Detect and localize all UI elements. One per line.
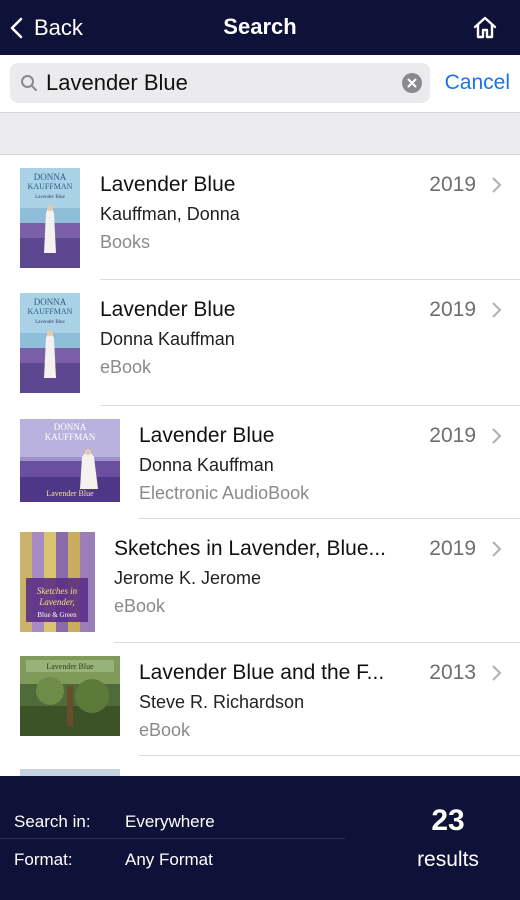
result-year: 2019 [429,173,476,196]
result-title: Sketches in Lavender, Blue... [114,537,387,560]
section-spacer [0,112,520,155]
format-label: Format: [14,850,73,869]
chevron-right-icon [492,428,502,444]
result-title: Lavender Blue [100,298,236,321]
svg-text:Lavender,: Lavender, [38,597,74,607]
nav-bar: Back Search [0,0,520,55]
result-author: Steve R. Richardson [139,692,305,712]
search-filter-panel: Search in: Everywhere Format: Any Format… [0,776,520,900]
search-in-label: Search in: [14,812,91,831]
svg-text:DONNA: DONNA [54,422,87,432]
svg-text:Blue & Green: Blue & Green [37,611,77,619]
search-field[interactable] [10,63,430,103]
svg-text:KAUFFMAN: KAUFFMAN [28,307,73,316]
svg-text:DONNA: DONNA [34,172,67,182]
result-title: Lavender Blue [139,424,275,447]
result-author: Kauffman, Donna [100,204,240,224]
search-icon [21,75,37,91]
list-item[interactable]: DONNA KAUFFMAN Lavender Blue Lavender Bl… [0,155,520,280]
result-format: eBook [139,720,191,740]
results-list: DONNA KAUFFMAN Lavender Blue Lavender Bl… [0,155,520,786]
result-year: 2019 [429,537,476,560]
list-item[interactable]: Sketches in Lavender, Blue & Green Sketc… [0,519,520,643]
result-year: 2019 [429,298,476,321]
result-format: Books [100,232,151,252]
chevron-right-icon [492,302,502,318]
book-cover: DONNA KAUFFMAN Lavender Blue [20,168,80,268]
result-count: 23 [431,804,465,837]
footer-divider [0,838,345,839]
list-item[interactable]: Lavender Blue Lavender Blue and the F...… [0,643,520,756]
svg-text:Lavender Blue: Lavender Blue [46,489,94,498]
list-item[interactable]: DONNA KAUFFMAN Lavender Blue Lavender Bl… [0,406,520,519]
search-input[interactable] [46,63,396,103]
book-cover: DONNA KAUFFMAN Lavender Blue [20,293,80,393]
result-format: Electronic AudioBook [139,483,310,503]
search-bar: Cancel [0,55,520,112]
svg-text:Lavender Blue: Lavender Blue [35,320,65,325]
clear-search-button[interactable] [402,73,422,93]
result-title: Lavender Blue [100,173,236,196]
book-cover: DONNA KAUFFMAN Lavender Blue [20,419,120,502]
home-icon[interactable] [472,14,498,40]
close-icon [407,78,417,88]
chevron-right-icon [492,665,502,681]
list-item[interactable]: DONNA KAUFFMAN Lavender Blue Lavender Bl… [0,280,520,406]
result-format: eBook [100,357,152,377]
svg-text:Lavender Blue: Lavender Blue [35,195,65,200]
result-title: Lavender Blue and the F... [139,661,385,684]
book-cover: Lavender Blue [20,656,120,736]
svg-text:KAUFFMAN: KAUFFMAN [45,432,96,442]
result-author: Donna Kauffman [100,329,235,349]
result-count-label: results [417,848,479,871]
result-year: 2019 [429,424,476,447]
result-year: 2013 [429,661,476,684]
chevron-right-icon [492,177,502,193]
result-author: Jerome K. Jerome [114,568,262,588]
svg-text:KAUFFMAN: KAUFFMAN [28,182,73,191]
page-title: Search [223,14,297,39]
svg-text:Lavender Blue: Lavender Blue [46,662,94,671]
book-cover: Sketches in Lavender, Blue & Green [20,532,95,632]
result-author: Donna Kauffman [139,455,274,475]
cancel-button[interactable]: Cancel [445,71,510,95]
svg-text:DONNA: DONNA [34,297,67,307]
svg-text:Sketches in: Sketches in [37,586,78,596]
chevron-right-icon [492,541,502,557]
search-in-value[interactable]: Everywhere [125,812,215,832]
result-format: eBook [114,596,166,616]
format-value[interactable]: Any Format [125,850,213,870]
